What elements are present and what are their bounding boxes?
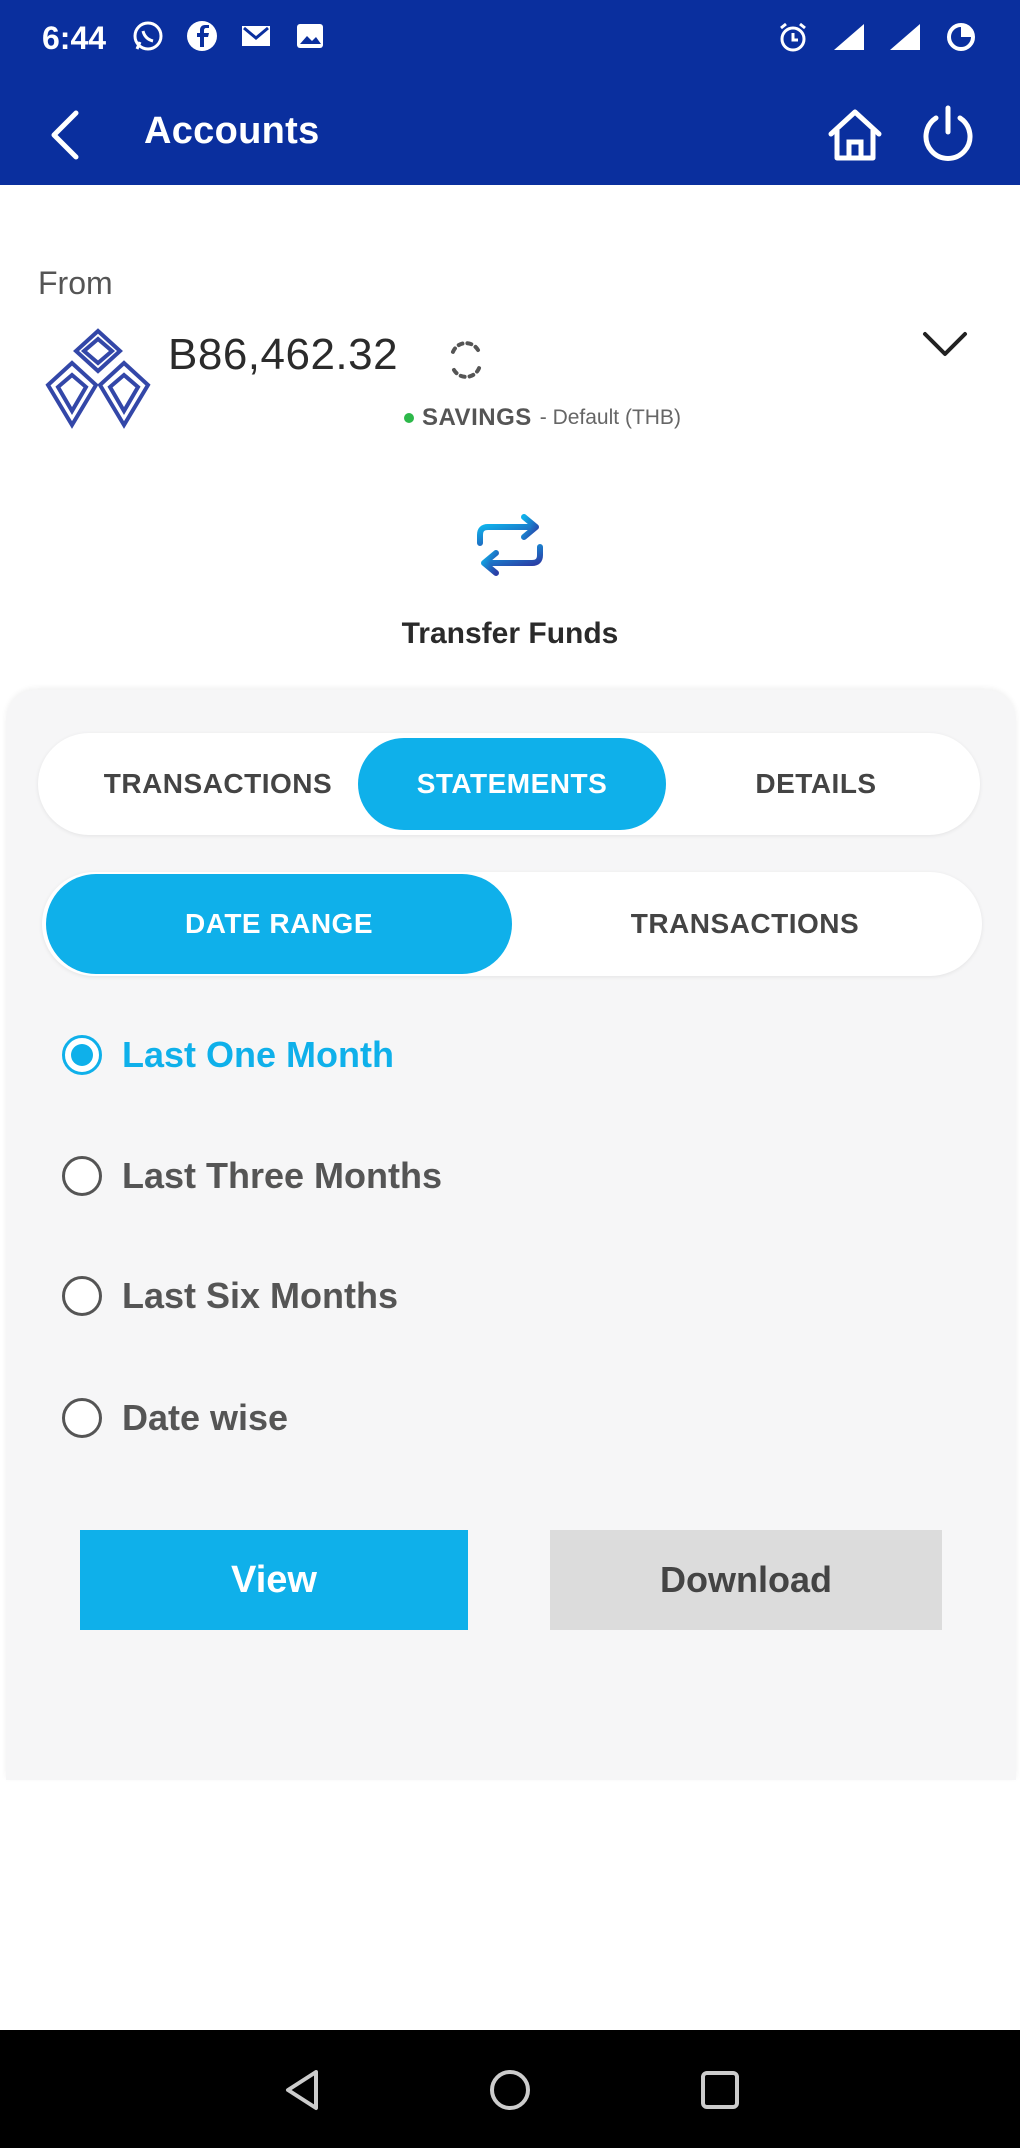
view-button[interactable]: View (80, 1530, 468, 1630)
power-icon (923, 105, 973, 161)
system-icons (774, 18, 980, 56)
triangle-back-icon (286, 2070, 318, 2110)
alarm-icon (774, 18, 812, 56)
refresh-icon[interactable] (444, 338, 488, 382)
subtab-date-range[interactable]: DATE RANGE (46, 874, 512, 974)
nav-back-button[interactable] (272, 2060, 332, 2120)
status-dot (404, 413, 414, 423)
chevron-down-icon (923, 332, 967, 356)
home-icon (828, 109, 882, 161)
circle-home-icon (490, 2070, 530, 2110)
download-button[interactable]: Download (550, 1530, 942, 1630)
status-time: 6:44 (42, 20, 107, 56)
home-button[interactable] (820, 100, 890, 170)
option-last-three-months[interactable]: Last Three Months (62, 1146, 442, 1206)
transfer-funds-label: Transfer Funds (401, 617, 619, 650)
whatsapp-icon (130, 18, 166, 54)
option-label: Last Six Months (122, 1275, 399, 1316)
radio-button[interactable] (62, 1276, 102, 1316)
signal-icon (886, 18, 924, 56)
radio-button-checked[interactable] (62, 1035, 102, 1075)
statement-sub-tabs: DATE RANGE TRANSACTIONS (42, 872, 982, 976)
main-tabs: TRANSACTIONS STATEMENTS DETAILS (38, 733, 980, 835)
image-icon (292, 18, 328, 54)
account-balance: B86,462.32 (168, 330, 399, 379)
back-arrow-icon (51, 110, 79, 160)
option-label: Last One Month (122, 1034, 394, 1075)
from-label: From (38, 265, 113, 301)
bank-logo (38, 325, 158, 435)
nav-home-button[interactable] (480, 2060, 540, 2120)
status-bar: 6:44 (0, 0, 1020, 80)
gmail-icon (238, 18, 274, 54)
radio-button[interactable] (62, 1398, 102, 1438)
account-type-line: SAVINGS - Default (THB) (404, 404, 681, 432)
option-label: Last Three Months (122, 1155, 443, 1196)
transfer-funds-button[interactable]: Transfer Funds (360, 505, 660, 655)
tab-details[interactable]: DETAILS (666, 733, 966, 835)
back-button[interactable] (36, 100, 96, 170)
subtab-transactions[interactable]: TRANSACTIONS (512, 872, 978, 976)
option-date-wise[interactable]: Date wise (62, 1388, 288, 1448)
option-last-one-month[interactable]: Last One Month (62, 1025, 394, 1085)
page-title: Accounts (144, 110, 320, 152)
logout-button[interactable] (912, 98, 984, 170)
app-bar: Accounts (0, 90, 1020, 185)
notification-icons (130, 18, 328, 54)
nav-recents-button[interactable] (690, 2060, 750, 2120)
square-recents-icon (701, 2071, 739, 2109)
tab-transactions[interactable]: TRANSACTIONS (58, 733, 378, 835)
tab-statements[interactable]: STATEMENTS (358, 738, 666, 830)
top-bar: 6:44 Accounts (0, 0, 1020, 185)
account-currency: - Default (THB) (539, 406, 681, 429)
transfer-icon (470, 505, 550, 585)
facebook-icon (184, 18, 220, 54)
option-last-six-months[interactable]: Last Six Months (62, 1266, 398, 1326)
radio-button[interactable] (62, 1156, 102, 1196)
account-type: SAVINGS (422, 404, 532, 431)
system-navigation-bar (0, 2030, 1020, 2148)
battery-icon (942, 18, 980, 56)
signal-icon (830, 18, 868, 56)
option-label: Date wise (122, 1397, 289, 1438)
account-dropdown-button[interactable] (915, 320, 975, 370)
